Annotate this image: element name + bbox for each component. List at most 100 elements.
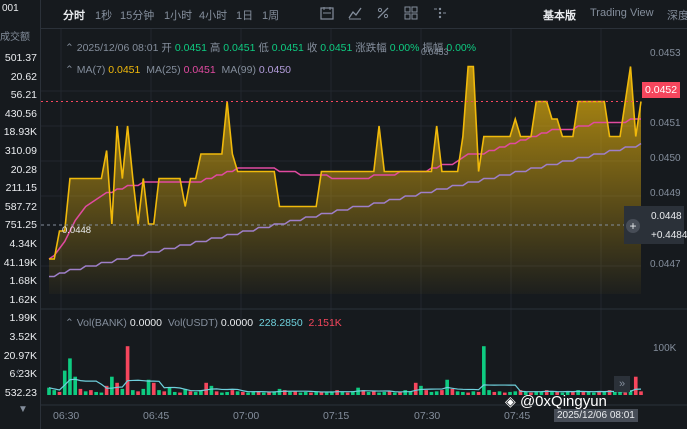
vol-ma1-value: 228.2850 — [258, 317, 303, 329]
tab-interval-5[interactable]: 1日 — [236, 7, 253, 23]
left-panel-value: 20.97K — [3, 349, 37, 362]
indicator-settings-icon[interactable] — [320, 6, 334, 20]
current-price-tag: 0.0452 — [642, 82, 681, 98]
volume-bar — [487, 390, 491, 395]
time-axis-label: 07:30 — [414, 410, 441, 422]
left-panel-value: 501.37 — [4, 52, 37, 64]
low-line-label: 0.0448 — [62, 225, 92, 236]
tab-interval-4[interactable]: 4小时 — [199, 7, 227, 23]
volume-bar — [141, 388, 146, 395]
tab-interval-0[interactable]: 分时 — [63, 7, 85, 23]
volume-bar — [172, 391, 177, 395]
ma25-value: 0.0451 — [183, 64, 216, 76]
view-basic[interactable]: 基本版 — [543, 7, 576, 23]
volume-bar — [466, 392, 470, 395]
volume-bar — [157, 390, 161, 395]
time-axis-label: 06:30 — [53, 410, 80, 422]
volume-bar — [419, 385, 423, 395]
left-panel-value: 310.09 — [4, 145, 37, 157]
price-chart[interactable] — [41, 29, 687, 429]
volume-bar — [471, 391, 476, 395]
left-panel-value: 20.28 — [10, 163, 37, 176]
info-expand-icon[interactable]: ⌃ — [65, 317, 74, 329]
volume-bar — [403, 390, 408, 395]
left-panel-value: 18.93K — [3, 126, 37, 139]
view-tradingview[interactable]: Trading View — [590, 7, 654, 19]
price-axis-label: 0.0451 — [650, 118, 681, 129]
add-order-icon[interactable]: + — [626, 219, 640, 233]
volume-bar — [440, 390, 444, 395]
left-panel-value: 430.56 — [4, 107, 37, 120]
left-panel-value: 751.25 — [4, 219, 37, 232]
left-panel-value: 532.23 — [4, 386, 37, 399]
close-value: 0.0451 — [320, 42, 353, 54]
volume-bar — [303, 391, 308, 395]
volume-bar — [461, 391, 465, 395]
grid-layout-icon[interactable] — [404, 6, 418, 20]
volume-bar — [89, 390, 93, 395]
volume-bar — [162, 391, 167, 395]
crosshair-plus-value: +0.4484 — [651, 230, 687, 241]
more-options-icon[interactable] — [433, 6, 447, 20]
volume-bar — [99, 392, 104, 395]
info-expand-icon[interactable]: ⌃ — [65, 64, 74, 76]
volume-bar — [476, 391, 481, 395]
open-label: 开 — [161, 42, 172, 54]
volume-bar — [225, 391, 229, 395]
chart-area[interactable]: ⌃ 2025/12/06 08:01 开 0.0451 高 0.0451 低 0… — [41, 29, 687, 429]
volume-bar — [78, 388, 83, 395]
scroll-up-icon[interactable]: ‹ — [16, 366, 20, 378]
volume-bar — [220, 392, 224, 395]
volume-bar — [413, 382, 418, 395]
volume-bar — [256, 391, 261, 395]
volume-bar — [340, 391, 345, 395]
high-value: 0.0451 — [223, 42, 256, 54]
volume-bar — [371, 391, 376, 395]
chevron-down-icon[interactable]: ▼ — [18, 404, 28, 415]
ma-info: ⌃ MA(7) 0.0451 MA(25) 0.0451 MA(99) 0.04… — [65, 64, 291, 76]
time-axis-label: 07:00 — [233, 410, 260, 422]
vol-usdt-label: Vol(USDT) — [167, 317, 218, 329]
volume-bar — [450, 388, 455, 395]
volume-bar — [47, 387, 51, 395]
price-axis-label: 0.0450 — [650, 153, 681, 164]
chart-type-icon[interactable] — [348, 6, 362, 20]
change-label: 涨跌幅 — [355, 42, 387, 54]
tab-interval-6[interactable]: 1周 — [262, 7, 279, 23]
amp-value: 0.00% — [446, 42, 477, 54]
volume-bar — [639, 391, 643, 395]
volume-bar — [424, 390, 429, 395]
volume-bar — [230, 390, 235, 395]
left-panel-value: 587.72 — [4, 200, 37, 213]
vol-axis-label: 100K — [653, 343, 677, 354]
open-value: 0.0451 — [174, 42, 207, 54]
left-panel-value: 20.62 — [10, 70, 37, 83]
tab-interval-2[interactable]: 15分钟 — [120, 7, 154, 23]
crosshair-price: 0.0448 — [651, 211, 682, 222]
ma7-value: 0.0451 — [108, 64, 141, 76]
vol-bank-value: 0.0000 — [129, 317, 162, 329]
volume-bar — [57, 391, 62, 395]
volume-bar — [209, 385, 214, 395]
price-axis-label: 0.0449 — [650, 188, 681, 199]
volume-bar — [246, 392, 250, 395]
volume-bar — [188, 391, 193, 395]
volume-bar — [482, 346, 486, 395]
info-expand-icon[interactable]: ⌃ — [65, 42, 74, 54]
price-axis-label: 0.0447 — [650, 259, 681, 270]
scroll-right-icon[interactable]: » — [614, 376, 630, 392]
drawing-tools-icon[interactable] — [376, 6, 390, 20]
view-depth[interactable]: 深度 — [667, 7, 687, 23]
volume-bar — [241, 391, 245, 395]
volume-bar — [324, 392, 329, 395]
high-line-label: 0.0453 — [421, 47, 449, 57]
left-panel-value: 56.21 — [10, 89, 37, 102]
tab-interval-3[interactable]: 1小时 — [164, 7, 192, 23]
price-area — [49, 66, 641, 294]
time-axis-label: 07:15 — [323, 410, 350, 422]
tab-interval-1[interactable]: 1秒 — [95, 7, 112, 23]
volume-bar — [146, 379, 151, 395]
volume-bar — [633, 376, 638, 395]
volume-bar — [204, 382, 208, 395]
volume-bar — [434, 391, 439, 395]
